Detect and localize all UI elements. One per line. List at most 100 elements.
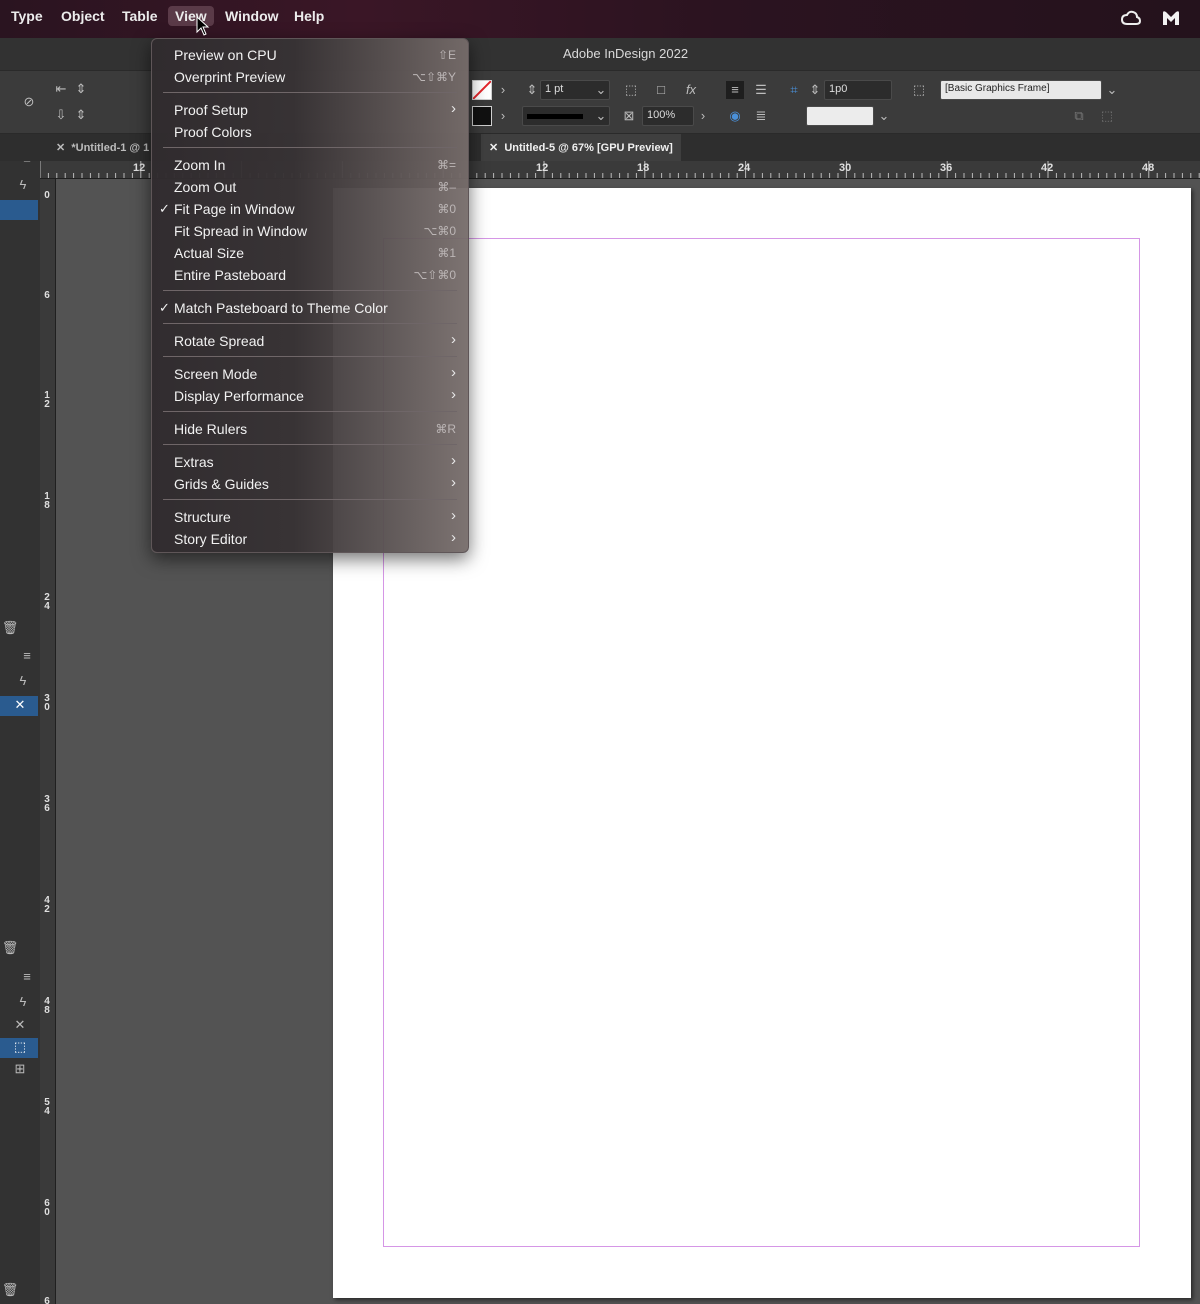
ruler-label: 6	[44, 1296, 50, 1304]
text-wrap-object-icon[interactable]: ◉	[726, 107, 744, 125]
menu-item-label: Structure	[174, 509, 231, 525]
creative-cloud-icon[interactable]	[1120, 7, 1142, 29]
opacity-icon[interactable]: ⊠	[620, 107, 638, 125]
menu-item-display-performance[interactable]: Display Performance ›	[152, 385, 470, 407]
menu-item-preview-on-cpu[interactable]: Preview on CPU ⇧E	[152, 44, 470, 66]
menu-table[interactable]: Table	[115, 6, 165, 26]
drop-shadow-icon[interactable]: □	[652, 81, 670, 99]
menu-item-label: Hide Rulers	[174, 421, 248, 437]
effects-fx-icon[interactable]: fx	[682, 81, 700, 99]
align-height-icon[interactable]: ⇩	[52, 106, 70, 124]
menu-shortcut: ⇧E	[437, 48, 456, 62]
menu-item-hide-rulers[interactable]: Hide Rulers ⌘R	[152, 418, 470, 440]
ruler-label: 6	[44, 290, 50, 301]
panel-menu-icon[interactable]: ≡	[17, 969, 37, 987]
text-wrap-icon[interactable]: ≡	[726, 81, 744, 99]
ruler-label: 3 0	[44, 693, 50, 713]
menu-item-proof-colors[interactable]: Proof Colors	[152, 121, 470, 143]
height-stepper-icon[interactable]: ⇕	[72, 106, 90, 124]
lightning-icon[interactable]: ϟ	[13, 994, 33, 1012]
menu-shortcut: ⌥⌘0	[423, 224, 456, 238]
auto-fit-icon[interactable]: ⌗	[785, 81, 803, 99]
tools-icon[interactable]: ✕	[10, 697, 30, 715]
corner-shape-field[interactable]	[806, 106, 874, 126]
stroke-swatch[interactable]	[472, 106, 492, 126]
menu-item-proof-setup[interactable]: Proof Setup ›	[152, 99, 470, 121]
panel-menu-icon[interactable]: ≡	[17, 648, 37, 666]
menu-item-overprint-preview[interactable]: Overprint Preview ⌥⇧⌘Y	[152, 66, 470, 88]
ruler-label: 18	[637, 162, 650, 174]
menu-separator	[163, 147, 457, 148]
ruler-label: 5 4	[44, 1097, 50, 1117]
menu-item-match-pasteboard-to-theme-color[interactable]: ✓ Match Pasteboard to Theme Color	[152, 297, 470, 319]
trash-icon[interactable]: 🗑	[0, 620, 20, 638]
ruler-label: 6 0	[44, 1198, 50, 1218]
lightning-icon[interactable]: ϟ	[13, 177, 33, 195]
menu-item-fit-spread-in-window[interactable]: Fit Spread in Window ⌥⌘0	[152, 220, 470, 242]
app-title: Adobe InDesign 2022	[563, 46, 689, 61]
vertical-ruler[interactable]: 0 6 1 2 1 8 2 4 3 0 3 6 4 2 4 8 5 4 6 0 …	[40, 179, 56, 1304]
ruler-label: 4 8	[44, 996, 50, 1016]
margin-guide	[383, 238, 1140, 1247]
menu-item-fit-page-in-window[interactable]: ✓ Fit Page in Window ⌘0	[152, 198, 470, 220]
menu-window[interactable]: Window	[218, 6, 286, 26]
stroke-arrow-icon[interactable]: ›	[494, 107, 512, 125]
lightning-icon[interactable]: ϟ	[13, 673, 33, 691]
text-wrap-jump-icon[interactable]: ≣	[752, 107, 770, 125]
menu-item-zoom-in[interactable]: Zoom In ⌘=	[152, 154, 470, 176]
menu-item-actual-size[interactable]: Actual Size ⌘1	[152, 242, 470, 264]
menu-item-label: Fit Page in Window	[174, 201, 295, 217]
gap-field[interactable]: 1p0	[824, 80, 892, 100]
menu-item-label: Zoom In	[174, 157, 226, 173]
trash-icon[interactable]: 🗑	[0, 1282, 20, 1300]
style-options-icon[interactable]: ⬚	[1098, 107, 1116, 125]
menu-item-entire-pasteboard[interactable]: Entire Pasteboard ⌥⇧⌘0	[152, 264, 470, 286]
menu-item-rotate-spread[interactable]: Rotate Spread ›	[152, 330, 470, 352]
width-stepper-icon[interactable]: ⇕	[72, 80, 90, 98]
chevron-down-icon[interactable]: ⌄	[875, 107, 893, 125]
gap-stepper-icon[interactable]: ⇕	[806, 81, 824, 99]
text-wrap-bounding-icon[interactable]: ☰	[752, 81, 770, 99]
menu-item-structure[interactable]: Structure ›	[152, 506, 470, 528]
trash-icon[interactable]: 🗑	[0, 940, 20, 958]
selected-layer-row[interactable]	[0, 200, 38, 220]
close-icon[interactable]: ✕	[489, 142, 504, 154]
menu-item-label: Fit Spread in Window	[174, 223, 308, 239]
opacity-field[interactable]: 100%	[642, 106, 694, 126]
grid-frame-icon[interactable]: ⊞	[10, 1061, 30, 1079]
tab-untitled-1[interactable]: ✕ *Untitled-1 @ 1	[48, 134, 158, 161]
menu-item-zoom-out[interactable]: Zoom Out ⌘–	[152, 176, 470, 198]
close-icon[interactable]: ✕	[56, 142, 71, 154]
fill-arrow-icon[interactable]: ›	[494, 81, 512, 99]
menu-type[interactable]: Type	[4, 6, 50, 26]
menu-item-label: Grids & Guides	[174, 476, 269, 492]
chevron-down-icon[interactable]: ⌄	[592, 107, 610, 125]
frame-icon[interactable]: ⬚	[10, 1039, 30, 1057]
stroke-weight-stepper-icon[interactable]: ⇕	[523, 81, 541, 99]
menu-item-story-editor[interactable]: Story Editor ›	[152, 528, 470, 550]
fill-swatch[interactable]	[472, 80, 492, 100]
align-width-icon[interactable]: ⇤	[52, 80, 70, 98]
menu-object[interactable]: Object	[54, 6, 112, 26]
menu-item-extras[interactable]: Extras ›	[152, 451, 470, 473]
chevron-down-icon[interactable]: ⌄	[592, 81, 610, 99]
malwarebytes-icon[interactable]	[1160, 7, 1182, 29]
object-style-icon[interactable]: ⬚	[910, 81, 928, 99]
menu-shortcut: ⌘R	[435, 422, 456, 436]
menu-help[interactable]: Help	[287, 6, 331, 26]
menu-item-label: Preview on CPU	[174, 47, 277, 63]
tools-icon[interactable]: ✕	[10, 1017, 30, 1035]
opacity-arrow-icon[interactable]: ›	[694, 107, 712, 125]
menu-item-label: Rotate Spread	[174, 333, 265, 349]
link-off-icon[interactable]: ⊘	[20, 93, 38, 111]
frame-fitting-icon[interactable]: ⬚	[622, 81, 640, 99]
tab-untitled-5[interactable]: ✕ Untitled-5 @ 67% [GPU Preview]	[481, 134, 681, 161]
ruler-label: 3 6	[44, 794, 50, 814]
menu-item-grids-guides[interactable]: Grids & Guides ›	[152, 473, 470, 495]
menu-item-screen-mode[interactable]: Screen Mode ›	[152, 363, 470, 385]
menu-shortcut: ⌘0	[437, 202, 456, 216]
menu-item-label: Match Pasteboard to Theme Color	[174, 300, 388, 316]
chevron-down-icon[interactable]: ⌄	[1103, 81, 1121, 99]
object-style-field[interactable]: [Basic Graphics Frame]	[940, 80, 1102, 100]
clear-overrides-icon[interactable]: ⧉	[1070, 107, 1088, 125]
